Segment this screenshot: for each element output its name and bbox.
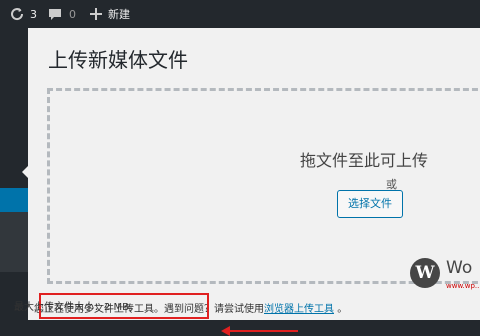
comments-count: 0 bbox=[69, 7, 76, 21]
sidebar-item-media[interactable] bbox=[0, 188, 28, 212]
watermark-url: www.wp... bbox=[446, 282, 480, 290]
new-item[interactable]: 新建 bbox=[90, 0, 130, 28]
max-upload-size: 最大上传文件大小：2 MB。 bbox=[14, 302, 140, 313]
active-menu-arrow bbox=[22, 166, 28, 178]
drop-zone[interactable]: 拖文件至此可上传 或 选择文件 bbox=[47, 88, 480, 284]
comment-icon bbox=[49, 9, 61, 20]
refresh-icon bbox=[11, 8, 24, 21]
plus-icon bbox=[90, 8, 102, 20]
annotation-arrow-head bbox=[221, 326, 230, 336]
drop-instructions: 拖文件至此可上传 bbox=[300, 151, 429, 170]
updates-count: 3 bbox=[30, 7, 37, 21]
sidebar-submenu bbox=[0, 212, 28, 272]
wordpress-logo-icon: W bbox=[410, 258, 440, 288]
updates-item[interactable]: 3 bbox=[10, 0, 37, 28]
info-suffix: 。 bbox=[337, 304, 348, 315]
new-label: 新建 bbox=[108, 8, 130, 21]
admin-bar: 3 0 新建 bbox=[0, 0, 480, 28]
comments-item[interactable]: 0 bbox=[48, 0, 76, 28]
page-title: 上传新媒体文件 bbox=[48, 48, 188, 72]
browser-uploader-link[interactable]: 浏览器上传工具 bbox=[264, 304, 334, 315]
watermark-text: Wo bbox=[446, 258, 473, 278]
watermark: W Wo www.wp... bbox=[410, 256, 480, 296]
select-files-button[interactable]: 选择文件 bbox=[337, 190, 403, 218]
annotation-arrow-line bbox=[228, 330, 298, 332]
